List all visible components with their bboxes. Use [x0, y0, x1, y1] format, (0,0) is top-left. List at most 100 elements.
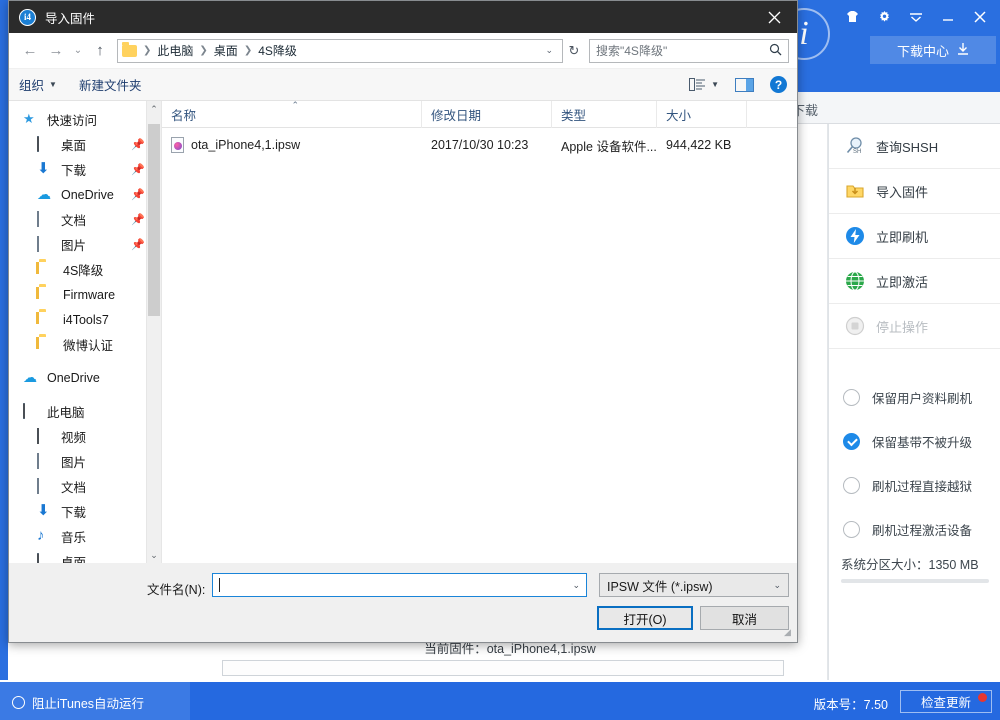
search-box[interactable]: 搜索"4S降级"	[589, 39, 789, 63]
sidebar-item-i4tools7[interactable]: i4Tools7	[9, 307, 161, 332]
minimize-icon[interactable]	[932, 4, 964, 30]
sidebar-item-weibo-auth[interactable]: 微博认证	[9, 332, 161, 357]
column-label: 名称	[171, 105, 196, 124]
gear-icon[interactable]	[868, 4, 900, 30]
action-import-firmware[interactable]: 导入固件	[829, 169, 1000, 214]
sidebar-item-label: 视频	[61, 427, 86, 446]
sidebar-item-downloads-pc[interactable]: ⬇ 下载	[9, 499, 161, 524]
sidebar-item-pictures-quick[interactable]: 图片 📌	[9, 232, 161, 257]
sidebar-item-label: 下载	[61, 502, 86, 521]
option-label: 保留用户资料刷机	[872, 388, 972, 407]
sidebar-item-label: 此电脑	[47, 402, 85, 421]
desktop-icon	[37, 137, 54, 153]
pin-icon[interactable]: 📌	[131, 238, 145, 251]
block-itunes-toggle[interactable]: 阻止iTunes自动运行	[12, 693, 144, 712]
option-activate-during-flash[interactable]: 刷机过程激活设备	[829, 507, 1000, 551]
breadcrumb-this-pc[interactable]: 此电脑	[154, 42, 196, 59]
search-icon[interactable]	[769, 43, 782, 59]
filename-label: 文件名(N):	[147, 579, 205, 598]
chevron-down-icon[interactable]: ⌄	[540, 45, 558, 56]
sidebar-item-firmware[interactable]: Firmware	[9, 282, 161, 307]
app-action-panel: SH 查询SHSH 导入固件 立即刷机 立即激活	[828, 124, 1000, 680]
scrollbar-thumb[interactable]	[148, 124, 160, 316]
sidebar-item-onedrive-quick[interactable]: ☁ OneDrive 📌	[9, 182, 161, 207]
breadcrumb-separator: ❯	[198, 45, 208, 56]
action-label: 立即激活	[876, 272, 928, 291]
preview-pane-icon[interactable]	[735, 78, 754, 92]
svg-text:SH: SH	[853, 149, 861, 155]
option-keep-baseband[interactable]: 保留基带不被升级	[829, 419, 1000, 463]
cloud-icon: ☁	[23, 370, 40, 386]
sidebar-item-desktop-pc[interactable]: 桌面	[9, 549, 161, 563]
column-header-name[interactable]: ⌃ 名称	[162, 101, 422, 128]
chevron-down-icon[interactable]	[900, 4, 932, 30]
file-type-cell: Apple 设备软件...	[552, 136, 657, 155]
address-bar[interactable]: ❯ 此电脑 ❯ 桌面 ❯ 4S降级 ⌄	[117, 39, 563, 63]
sidebar-item-quick-access[interactable]: ★ 快速访问	[9, 107, 161, 132]
breadcrumb-desktop[interactable]: 桌面	[211, 42, 241, 59]
sidebar-item-pictures[interactable]: 图片	[9, 449, 161, 474]
file-name-cell[interactable]: ota_iPhone4,1.ipsw	[162, 137, 422, 153]
action-flash-now[interactable]: 立即刷机	[829, 214, 1000, 259]
sidebar-item-downloads[interactable]: ⬇ 下载 📌	[9, 157, 161, 182]
view-list-icon	[689, 78, 706, 91]
chevron-down-icon[interactable]: ⌄	[572, 580, 580, 591]
chevron-down-icon[interactable]: ⌄	[773, 580, 781, 591]
sidebar-item-label: OneDrive	[61, 188, 114, 202]
up-button[interactable]: ↑	[87, 38, 113, 64]
radio-icon-selected[interactable]	[843, 433, 860, 450]
action-activate-now[interactable]: 立即激活	[829, 259, 1000, 304]
action-query-shsh[interactable]: SH 查询SHSH	[829, 124, 1000, 169]
desktop-icon	[37, 554, 54, 564]
option-keep-user-data[interactable]: 保留用户资料刷机	[829, 375, 1000, 419]
radio-icon[interactable]	[843, 389, 860, 406]
new-folder-button[interactable]: 新建文件夹	[79, 75, 142, 94]
radio-icon[interactable]	[843, 521, 860, 538]
sidebar-item-desktop[interactable]: 桌面 📌	[9, 132, 161, 157]
pin-icon[interactable]: 📌	[131, 188, 145, 201]
close-icon[interactable]	[751, 1, 797, 33]
dialog-toolbar: 组织 ▼ 新建文件夹 ▼ ?	[9, 69, 797, 101]
radio-icon[interactable]	[843, 477, 860, 494]
recent-locations-button[interactable]: ⌄	[69, 38, 87, 64]
search-input[interactable]: 搜索"4S降级"	[596, 42, 667, 59]
sidebar-item-videos[interactable]: 视频	[9, 424, 161, 449]
navigation-pane-scrollbar[interactable]: ⌃ ⌄	[146, 101, 161, 563]
column-header-size[interactable]: 大小	[657, 101, 747, 128]
check-update-button[interactable]: 检查更新	[900, 690, 992, 713]
refresh-button[interactable]: ↻	[563, 43, 585, 59]
table-row[interactable]: ota_iPhone4,1.ipsw 2017/10/30 10:23 Appl…	[162, 131, 797, 159]
filename-input[interactable]: ⌄	[212, 573, 587, 597]
organize-label: 组织	[19, 75, 44, 94]
breadcrumb-current-folder[interactable]: 4S降级	[255, 42, 300, 59]
pin-icon[interactable]: 📌	[131, 213, 145, 226]
option-jailbreak-during-flash[interactable]: 刷机过程直接越狱	[829, 463, 1000, 507]
sidebar-item-4s-downgrade[interactable]: 4S降级	[9, 257, 161, 282]
app-left-accent-strip	[0, 92, 8, 680]
download-center-button[interactable]: 下载中心	[870, 36, 996, 64]
scroll-down-arrow[interactable]: ⌄	[147, 547, 161, 563]
sidebar-item-documents[interactable]: 文档	[9, 474, 161, 499]
column-header-date[interactable]: 修改日期	[422, 101, 552, 128]
view-options-button[interactable]: ▼	[689, 78, 719, 91]
sidebar-item-this-pc[interactable]: 此电脑	[9, 399, 161, 424]
partition-size-slider[interactable]	[841, 579, 989, 583]
scroll-up-arrow[interactable]: ⌃	[147, 101, 161, 117]
back-button[interactable]: ←	[17, 38, 43, 64]
forward-button[interactable]: →	[43, 38, 69, 64]
pin-icon[interactable]: 📌	[131, 163, 145, 176]
action-label: 查询SHSH	[876, 137, 938, 156]
pin-icon[interactable]: 📌	[131, 138, 145, 151]
skin-icon[interactable]	[836, 4, 868, 30]
help-icon[interactable]: ?	[770, 76, 787, 93]
close-icon[interactable]	[964, 4, 996, 30]
organize-button[interactable]: 组织 ▼	[19, 75, 57, 94]
sidebar-item-onedrive[interactable]: ☁ OneDrive	[9, 365, 161, 390]
column-header-type[interactable]: 类型	[552, 101, 657, 128]
sidebar-item-documents-quick[interactable]: 文档 📌	[9, 207, 161, 232]
sidebar-item-music[interactable]: ♪ 音乐	[9, 524, 161, 549]
file-type-filter-select[interactable]: IPSW 文件 (*.ipsw) ⌄	[599, 573, 789, 597]
app-statusbar: 阻止iTunes自动运行 版本号：7.50 检查更新	[0, 682, 1000, 720]
open-button[interactable]: 打开(O)	[597, 606, 693, 630]
cancel-button[interactable]: 取消	[700, 606, 789, 630]
